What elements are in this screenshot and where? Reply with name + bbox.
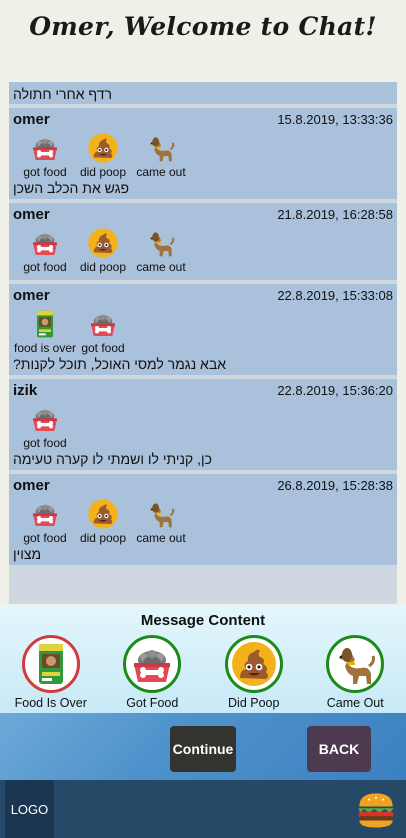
message-icon-label: got food bbox=[23, 260, 67, 274]
dog-icon bbox=[331, 640, 379, 688]
message-icon-item: did poop bbox=[76, 498, 130, 545]
message-icon-label: got food bbox=[81, 341, 125, 355]
message-icon-label: came out bbox=[136, 165, 186, 179]
option-ring bbox=[326, 635, 385, 693]
option-ring bbox=[123, 635, 182, 693]
dog-icon bbox=[145, 498, 177, 530]
message-content-panel: Message Content Food Is Over Got Food Did … bbox=[0, 605, 406, 713]
message-text: מצוין bbox=[13, 546, 42, 562]
message-icon-item: did poop bbox=[76, 132, 130, 179]
burger-menu-icon[interactable] bbox=[355, 789, 397, 831]
message-icons: got food did poop came out bbox=[13, 132, 393, 179]
option-label: Got Food bbox=[126, 696, 179, 710]
chat-message: omer 21.8.2019, 16:28:58 got food did poop c… bbox=[9, 203, 397, 280]
option-label: Food Is Over bbox=[14, 696, 87, 710]
message-content-title: Message Content bbox=[140, 612, 266, 629]
message-icon-label: got food bbox=[23, 531, 67, 545]
message-username: omer bbox=[13, 111, 50, 128]
poop-icon bbox=[87, 132, 119, 164]
footer: LOGO bbox=[0, 780, 406, 838]
food-bag-icon bbox=[27, 640, 75, 688]
message-icons: got food bbox=[13, 403, 393, 450]
dog-bowl-icon bbox=[29, 403, 61, 435]
option-label: Did Poop bbox=[228, 696, 280, 710]
message-icon-item: got food bbox=[18, 498, 72, 545]
message-timestamp: 26.8.2019, 15:28:38 bbox=[277, 478, 393, 493]
message-icon-item: came out bbox=[134, 227, 188, 274]
message-icon-label: came out bbox=[136, 260, 186, 274]
message-text: אבא נגמר למסי האוכל, תוכל לקנות? bbox=[13, 356, 226, 372]
message-username: omer bbox=[13, 287, 50, 304]
message-icon-label: did poop bbox=[79, 531, 127, 545]
chat-list[interactable]: רדף אחרי חתולה omer 15.8.2019, 13:33:36 go… bbox=[9, 82, 397, 604]
back-button[interactable]: BACK bbox=[307, 726, 371, 772]
message-header: izik 22.8.2019, 15:36:20 bbox=[13, 382, 393, 402]
food-bag-icon bbox=[29, 308, 61, 340]
dog-icon bbox=[145, 227, 177, 259]
continue-button[interactable]: Continue bbox=[170, 726, 236, 772]
dog-bowl-icon bbox=[128, 640, 176, 688]
dog-icon bbox=[145, 132, 177, 164]
message-header: omer 26.8.2019, 15:28:38 bbox=[13, 477, 393, 497]
poop-icon bbox=[87, 498, 119, 530]
message-icon-item: got food bbox=[18, 227, 72, 274]
did-poop-option[interactable]: Did Poop bbox=[206, 635, 302, 710]
message-icon-label: did poop bbox=[79, 260, 127, 274]
dog-bowl-icon bbox=[29, 498, 61, 530]
food-is-over-option[interactable]: Food Is Over bbox=[3, 635, 99, 710]
message-timestamp: 15.8.2019, 13:33:36 bbox=[277, 112, 393, 127]
message-icon-item: did poop bbox=[76, 227, 130, 274]
message-username: izik bbox=[13, 382, 38, 399]
got-food-option[interactable]: Got Food bbox=[104, 635, 200, 710]
message-header: omer 22.8.2019, 15:33:08 bbox=[13, 287, 393, 307]
chat-message: izik 22.8.2019, 15:36:20 got food כן, קניתי… bbox=[9, 379, 397, 470]
message-icon-item: got food bbox=[76, 308, 130, 355]
message-username: omer bbox=[13, 477, 50, 494]
message-header: omer 15.8.2019, 13:33:36 bbox=[13, 111, 393, 131]
message-icon-label: got food bbox=[23, 436, 67, 450]
message-icon-label: food is over bbox=[13, 341, 77, 355]
message-icon-label: got food bbox=[23, 165, 67, 179]
message-icon-item: got food bbox=[18, 403, 72, 450]
action-bar: Continue BACK bbox=[0, 713, 406, 780]
message-text: רדף אחרי חתולה bbox=[13, 86, 112, 102]
dog-bowl-icon bbox=[29, 227, 61, 259]
page-title: Omer, Welcome to Chat! bbox=[29, 12, 377, 41]
message-icon-label: did poop bbox=[79, 165, 127, 179]
poop-icon bbox=[230, 640, 278, 688]
poop-icon bbox=[87, 227, 119, 259]
option-ring bbox=[224, 635, 283, 693]
chat-message-partial: רדף אחרי חתולה bbox=[9, 82, 397, 104]
dog-bowl-icon bbox=[87, 308, 119, 340]
logo: LOGO bbox=[5, 780, 54, 838]
message-icon-item: came out bbox=[134, 498, 188, 545]
message-header: omer 21.8.2019, 16:28:58 bbox=[13, 206, 393, 226]
chat-message: omer 26.8.2019, 15:28:38 got food did poop c… bbox=[9, 474, 397, 565]
message-icon-item: got food bbox=[18, 132, 72, 179]
message-icons: food is over got food bbox=[13, 308, 393, 355]
message-icon-label: came out bbox=[136, 531, 186, 545]
dog-bowl-icon bbox=[29, 132, 61, 164]
chat-message: omer 15.8.2019, 13:33:36 got food did poop c… bbox=[9, 108, 397, 199]
chat-message: omer 22.8.2019, 15:33:08 food is over got f… bbox=[9, 284, 397, 375]
option-ring bbox=[21, 635, 80, 693]
message-icons: got food did poop came out bbox=[13, 227, 393, 274]
option-label: Came Out bbox=[326, 696, 384, 710]
message-text: פגש את הכלב השכן bbox=[13, 180, 130, 196]
message-icons: got food did poop came out bbox=[13, 498, 393, 545]
message-icon-item: came out bbox=[134, 132, 188, 179]
came-out-option[interactable]: Came Out bbox=[307, 635, 403, 710]
message-timestamp: 22.8.2019, 15:33:08 bbox=[277, 288, 393, 303]
message-timestamp: 22.8.2019, 15:36:20 bbox=[277, 383, 393, 398]
message-text: כן, קניתי לו ושמתי לו קערה טעימה bbox=[13, 451, 212, 467]
message-timestamp: 21.8.2019, 16:28:58 bbox=[277, 207, 393, 222]
message-icon-item: food is over bbox=[14, 308, 76, 355]
message-username: omer bbox=[13, 206, 50, 223]
